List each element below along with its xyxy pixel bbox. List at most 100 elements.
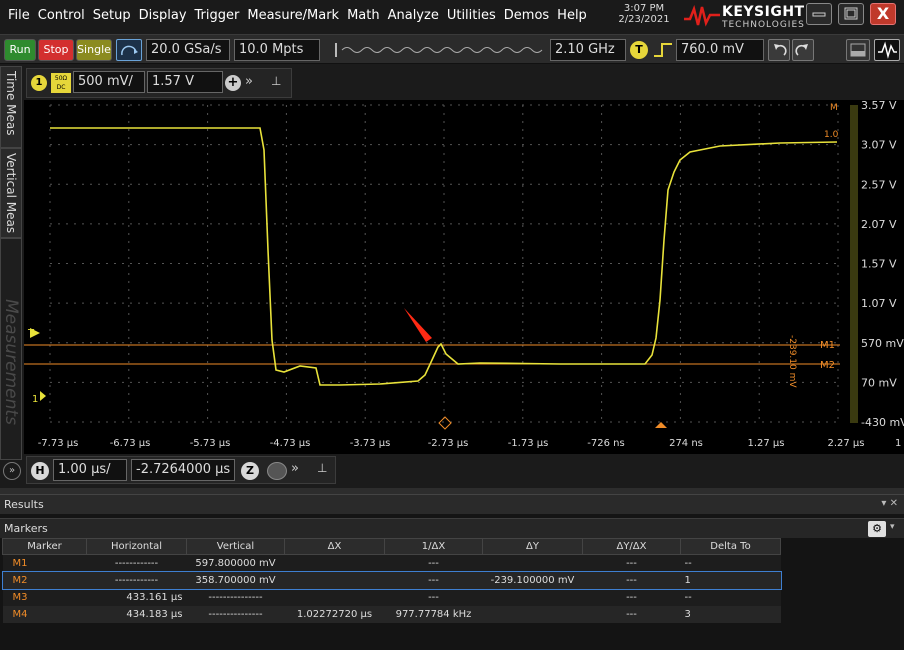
waveform-display[interactable]: 3.57 V 3.07 V 2.57 V 2.07 V 1.57 V 1.07 V 570 … (0, 100, 904, 454)
run-button[interactable]: Run (4, 39, 36, 61)
col-vertical[interactable]: Vertical (186, 538, 285, 555)
menu-setup[interactable]: Setup (93, 8, 131, 23)
y-tick-label: -430 mV (861, 416, 904, 429)
plot-background (24, 100, 904, 454)
x-tick-label: 2.27 µs (827, 438, 864, 449)
marker-delta-to: 3 (684, 608, 691, 620)
menu-display[interactable]: Display (139, 8, 187, 23)
bandwidth-field[interactable]: 2.10 GHz (550, 39, 626, 61)
acquisition-mode-button[interactable] (116, 39, 142, 61)
x-tick-label: -5.73 µs (190, 438, 231, 449)
expand-sidebar-button[interactable]: » (3, 462, 21, 480)
x-tick-label: -726 ns (587, 438, 624, 449)
markers-table: Marker Horizontal Vertical ΔX 1/ΔX ΔY ΔY… (1, 538, 782, 623)
menu-utilities[interactable]: Utilities (447, 8, 496, 23)
results-controls[interactable]: ▾ ✕ (881, 498, 898, 509)
markers-settings-button[interactable]: ⚙ (868, 521, 886, 537)
close-button[interactable]: X (870, 3, 896, 25)
markers-collapse-icon[interactable]: ▾ (890, 522, 895, 532)
marker-dydx: --- (626, 591, 637, 603)
stop-button[interactable]: Stop (38, 39, 74, 61)
zoom-button[interactable]: Z (241, 462, 259, 480)
horizontal-more-button[interactable]: » (291, 461, 299, 476)
menu-file[interactable]: File (8, 8, 30, 23)
menu-measure-mark[interactable]: Measure/Mark (247, 8, 339, 23)
marker-name: M1 (12, 557, 28, 569)
marker-row-m3[interactable]: M3 433.161 µs --------------- --- --- -- (2, 588, 781, 606)
rising-edge-icon[interactable] (652, 41, 674, 59)
menu-demos[interactable]: Demos (504, 8, 549, 23)
clock-time: 3:07 PM (623, 3, 665, 14)
horizontal-position-field[interactable]: -2.7264000 µs (131, 459, 235, 481)
marker-dydx: --- (626, 557, 637, 569)
marker-row-m4[interactable]: M4 434.183 µs --------------- 1.02272720… (2, 605, 781, 623)
acquisition-timeline[interactable] (328, 41, 546, 59)
maximize-button[interactable] (838, 3, 864, 25)
channel-pin-icon[interactable]: ⊥ (271, 74, 281, 88)
redo-button[interactable] (792, 39, 814, 61)
trigger-level-field[interactable]: 760.0 mV (676, 39, 764, 61)
marker-vertical: 358.700000 mV (195, 574, 276, 586)
menu-help[interactable]: Help (557, 8, 587, 23)
marker-dy (483, 589, 583, 606)
menu-analyze[interactable]: Analyze (388, 8, 439, 23)
vertical-scale-field[interactable]: 500 mV/ (73, 71, 145, 93)
horizontal-bars-icon[interactable] (267, 462, 287, 480)
minimize-button[interactable] (806, 3, 832, 25)
trigger-level-label: T (27, 328, 35, 339)
menu-control[interactable]: Control (38, 8, 85, 23)
col-dy[interactable]: ΔY (482, 538, 583, 555)
marker-scale-value: 1.0 (824, 130, 839, 140)
col-marker[interactable]: Marker (2, 538, 87, 555)
channel-scale-strip (850, 105, 858, 423)
x-axis-extra-label: 1 (895, 438, 901, 449)
single-button[interactable]: Single (76, 39, 112, 61)
marker-row-m1[interactable]: M1 ------------ 597.800000 mV --- --- -- (2, 554, 781, 572)
marker-horizontal: ------------ (114, 574, 159, 586)
impedance-badge[interactable]: 50Ω DC (51, 73, 71, 93)
undo-button[interactable] (768, 39, 790, 61)
results-header: Results ▾ ✕ (0, 494, 904, 514)
results-panel: Markers ⚙ ▾ Marker Horizontal Vertical Δ… (0, 514, 904, 650)
col-dx[interactable]: ΔX (284, 538, 385, 555)
col-inv-dx[interactable]: 1/ΔX (384, 538, 483, 555)
marker-delta-label: -239.10 mV (787, 335, 797, 388)
channel-1-badge[interactable]: 1 (31, 75, 47, 91)
brand-name: KEYSIGHT (722, 4, 805, 20)
y-tick-label: 570 mV (861, 337, 904, 350)
menu-trigger[interactable]: Trigger (195, 8, 240, 23)
menu-bar: File Control Setup Display Trigger Measu… (0, 0, 904, 34)
vertical-offset-field[interactable]: 1.57 V (147, 71, 223, 93)
markers-title: Markers (4, 522, 48, 535)
horizontal-pin-icon[interactable]: ⊥ (317, 461, 327, 475)
marker-inv-dx: --- (428, 591, 439, 603)
marker-dy (483, 606, 583, 623)
horizontal-scale-field[interactable]: 1.00 µs/ (53, 459, 127, 481)
memory-depth-field[interactable]: 10.0 Mpts (234, 39, 320, 61)
clock-date: 2/23/2021 (618, 14, 670, 25)
marker-name: M4 (12, 608, 28, 620)
marker-name: M2 (12, 574, 28, 586)
col-delta-to[interactable]: Delta To (680, 538, 781, 555)
marker-dx (285, 589, 385, 606)
marker-inv-dx: --- (428, 557, 439, 569)
marker-dy (483, 555, 583, 572)
horizontal-badge[interactable]: H (31, 462, 49, 480)
x-tick-label: -1.73 µs (508, 438, 549, 449)
marker-row-m2[interactable]: M2 ------------ 358.700000 mV --- -239.1… (1, 570, 782, 590)
y-tick-label: 3.57 V (861, 100, 897, 112)
add-channel-button[interactable]: + (225, 75, 241, 91)
trigger-badge[interactable]: T (630, 41, 648, 59)
keysight-wave-icon (684, 5, 720, 27)
col-dydx[interactable]: ΔY/ΔX (582, 538, 681, 555)
layout-button[interactable] (846, 39, 870, 61)
marker-dx: 1.02272720 µs (296, 608, 373, 620)
waveform-icon (878, 41, 897, 59)
waveform-button[interactable] (874, 39, 900, 61)
col-horizontal[interactable]: Horizontal (86, 538, 187, 555)
marker-delta-to: -- (684, 591, 692, 603)
menu-math[interactable]: Math (347, 8, 380, 23)
channel-more-button[interactable]: » (245, 74, 253, 89)
sample-rate-field[interactable]: 20.0 GSa/s (146, 39, 230, 61)
y-tick-label: 2.57 V (861, 178, 897, 191)
